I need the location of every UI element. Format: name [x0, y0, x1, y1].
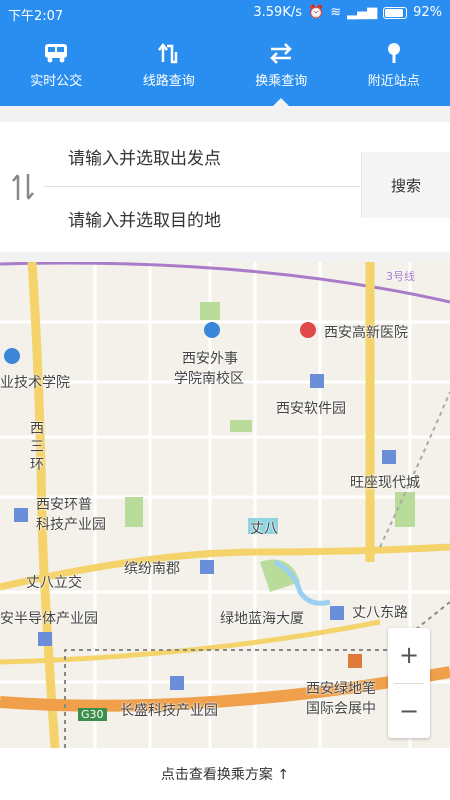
- alarm-icon: ⏰: [308, 5, 325, 20]
- map-label-place: 缤纷南郡: [124, 561, 180, 577]
- map-label-road: 三: [30, 439, 44, 455]
- map-label-road: 丈八东路: [352, 605, 408, 621]
- map-label-station: 丈八: [250, 521, 278, 537]
- transfer-icon: [270, 43, 293, 64]
- zoom-in-button[interactable]: +: [388, 628, 430, 682]
- map-label-poi: 绿地蓝海大厦: [220, 611, 304, 627]
- map-label-poi: 西安环普: [36, 497, 92, 513]
- map-label-poi: 旺座现代城: [350, 475, 420, 491]
- status-time: 下午2:07: [8, 9, 64, 24]
- tab-realtime-bus[interactable]: 实时公交: [0, 26, 113, 106]
- map-label-road: 西: [30, 421, 44, 437]
- zoom-out-button[interactable]: −: [388, 684, 430, 738]
- origin-input[interactable]: 请输入并选取出发点: [68, 144, 221, 169]
- map-label-highway: G30: [78, 708, 107, 721]
- destination-input[interactable]: 请输入并选取目的地: [68, 206, 221, 231]
- map-label-poi: 业技术学院: [0, 375, 70, 391]
- map-label-poi: 长盛科技产业园: [120, 703, 218, 719]
- map-view[interactable]: 西安外事 学院南校区 西安高新医院 业技术学院 西安软件园 西 三 环 旺座现代…: [0, 262, 450, 748]
- battery-icon: [383, 6, 408, 19]
- top-nav: 实时公交 线路查询 换乘查询 附近站点: [0, 26, 450, 106]
- battery-percent: 92%: [413, 5, 442, 20]
- status-right: 3.59K/s ⏰ ≋ ▂▄▆ 92%: [253, 5, 442, 20]
- swap-arrows-icon[interactable]: [10, 172, 36, 202]
- map-label-poi: 西安软件园: [276, 401, 346, 417]
- map-label-poi: 科技产业园: [36, 517, 106, 533]
- network-speed: 3.59K/s: [253, 5, 302, 20]
- tab-label: 线路查询: [142, 74, 195, 89]
- map-label-road: 环: [30, 457, 44, 473]
- field-divider: [44, 186, 360, 187]
- search-button[interactable]: 搜索: [361, 152, 450, 218]
- signal-icon: ▂▄▆: [347, 5, 378, 20]
- tab-label: 实时公交: [30, 74, 83, 89]
- map-label-place: 丈八立交: [26, 575, 82, 591]
- map-label-poi: 学院南校区: [174, 371, 244, 387]
- tab-nearby-stops[interactable]: 附近站点: [338, 26, 450, 106]
- map-label-poi: 国际会展中: [306, 701, 376, 717]
- tab-label: 附近站点: [367, 74, 420, 89]
- tab-label: 换乘查询: [255, 74, 308, 89]
- map-label-metro: 3号线: [386, 270, 415, 283]
- wifi-icon: ≋: [330, 5, 342, 20]
- route-icon: [157, 42, 177, 64]
- status-bar: 下午2:07 3.59K/s ⏰ ≋ ▂▄▆ 92%: [0, 0, 450, 26]
- map-label-poi: 西安高新医院: [324, 325, 408, 341]
- search-panel: 请输入并选取出发点 请输入并选取目的地 搜索: [0, 122, 450, 252]
- bus-icon: [45, 44, 68, 63]
- location-pin-icon: [387, 43, 400, 63]
- map-label-poi: 西安绿地笔: [306, 681, 376, 697]
- zoom-control: + −: [388, 628, 430, 738]
- map-label-poi: 安半导体产业园: [0, 611, 98, 627]
- view-transfer-plan-button[interactable]: 点击查看换乘方案 ↑: [0, 748, 450, 800]
- map-label-poi: 西安外事: [182, 351, 238, 367]
- tab-transfer-query[interactable]: 换乘查询: [225, 26, 338, 106]
- tab-route-query[interactable]: 线路查询: [113, 26, 226, 106]
